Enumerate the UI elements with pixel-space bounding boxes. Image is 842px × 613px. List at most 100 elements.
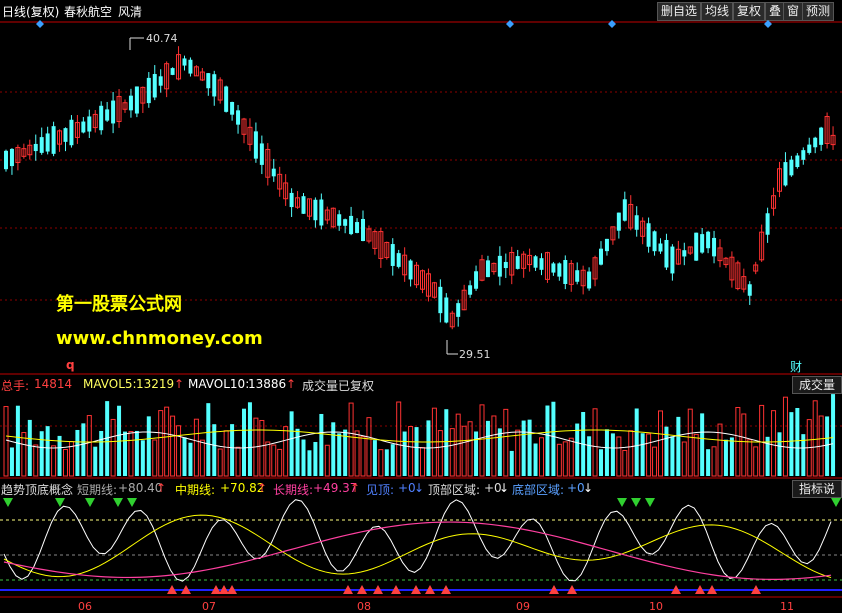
volume-bar <box>396 401 402 477</box>
candle-body <box>801 150 806 160</box>
candle-body <box>563 260 568 284</box>
volume-bar <box>193 418 199 477</box>
volume-bar <box>188 442 193 476</box>
sell-signal-icon <box>631 498 641 507</box>
long-line-label: 长期线: <box>273 483 314 497</box>
candle-body <box>658 243 663 252</box>
volume-bar <box>176 425 182 477</box>
up-arrow-icon: ↑ <box>174 377 185 391</box>
candle-body <box>4 150 8 170</box>
candle-body <box>9 148 14 167</box>
candle-body <box>188 59 193 74</box>
candle-body <box>158 76 163 86</box>
top-label: 见顶: <box>366 483 395 497</box>
candle-body <box>206 73 211 89</box>
volume-bar <box>628 430 634 477</box>
candle-body <box>105 109 110 121</box>
volume-bar <box>652 446 658 477</box>
candle-body <box>390 244 395 266</box>
volume-bar <box>331 422 336 476</box>
candle-body <box>146 77 151 104</box>
candle-body <box>622 199 627 221</box>
volume-bar <box>158 410 164 477</box>
volume-bar <box>21 432 27 477</box>
volume-bar <box>789 412 794 476</box>
volume-bar <box>693 433 699 477</box>
volume-bar <box>324 444 330 477</box>
volume-bar <box>360 436 366 477</box>
volume-bar <box>658 410 663 477</box>
volume-bar <box>217 448 223 477</box>
volume-bar <box>33 444 39 477</box>
down-arrow-icon: ↓ <box>414 481 425 495</box>
month-label: 07 <box>202 600 216 613</box>
indicator-help-button[interactable]: 指标说 <box>791 480 842 498</box>
candle-body <box>45 133 50 152</box>
volume-bar <box>545 405 550 476</box>
candle-body <box>236 110 241 125</box>
volume-bar <box>622 449 628 477</box>
sell-signal-icon <box>127 498 137 507</box>
volume-bar <box>503 408 509 477</box>
volume-bar <box>15 405 20 476</box>
candle-body <box>503 261 508 269</box>
volume-bar <box>235 446 241 477</box>
volume-bar <box>110 418 116 477</box>
finance-marker[interactable]: 财 <box>790 358 802 375</box>
volume-bar <box>289 411 294 476</box>
candle-body <box>301 196 306 214</box>
short-line-label: 短期线: <box>77 483 118 497</box>
candle-body <box>664 239 669 268</box>
volume-bar <box>753 446 759 477</box>
mavol5-label: MAVOL5: <box>83 377 137 391</box>
candle-body <box>289 192 294 208</box>
candle-body <box>319 199 324 226</box>
volume-bar <box>771 410 777 477</box>
candle-body <box>485 260 490 278</box>
volume-bar <box>372 440 377 476</box>
volume-bar <box>759 404 765 477</box>
candle-body <box>706 231 711 249</box>
volume-adjusted-note: 成交量已复权 <box>302 379 375 393</box>
volume-bar <box>93 446 98 476</box>
volume-bar <box>812 400 818 477</box>
candle-body <box>652 231 657 252</box>
event-marker-icon <box>608 20 616 28</box>
candle-body <box>557 263 562 277</box>
candle-body <box>271 168 276 177</box>
indicator-name[interactable]: 趋势顶底概念 <box>1 481 73 498</box>
volume-bar <box>420 446 425 477</box>
candle-body <box>337 214 342 226</box>
volume-bar <box>259 419 265 477</box>
short-line <box>3 499 832 582</box>
total-volume-label: 总手: <box>1 379 30 393</box>
volume-bar <box>242 408 246 476</box>
month-label: 06 <box>78 600 92 613</box>
volume-bar <box>81 423 86 476</box>
volume-bar <box>408 426 414 477</box>
volume-info-bar: 总手: 14814 MAVOL5: 13219 ↑ MAVOL10: 13886… <box>0 376 842 393</box>
volume-bar <box>27 419 32 476</box>
candle-body <box>813 137 818 148</box>
volume-indicator-button[interactable]: 成交量 <box>791 376 842 394</box>
candle-body <box>39 137 44 153</box>
candle-body <box>396 253 401 267</box>
volume-bar <box>45 426 50 476</box>
event-marker-icon <box>764 20 772 28</box>
volume-bar <box>170 415 176 477</box>
volume-bar <box>319 413 324 476</box>
volume-bar <box>128 431 134 477</box>
volume-bar <box>295 428 300 476</box>
candle-body <box>128 95 133 111</box>
volume-bar <box>146 416 151 476</box>
mid-line-label: 中期线: <box>175 483 216 497</box>
watermark-url: www.chnmoney.com <box>56 328 263 349</box>
volume-bar <box>307 450 312 476</box>
volume-bar <box>9 447 14 476</box>
month-label: 08 <box>357 600 371 613</box>
volume-bar <box>75 429 80 476</box>
candle-body <box>349 215 354 235</box>
volume-bar <box>539 437 544 477</box>
volume-bar <box>247 402 252 476</box>
candle-body <box>587 271 592 289</box>
